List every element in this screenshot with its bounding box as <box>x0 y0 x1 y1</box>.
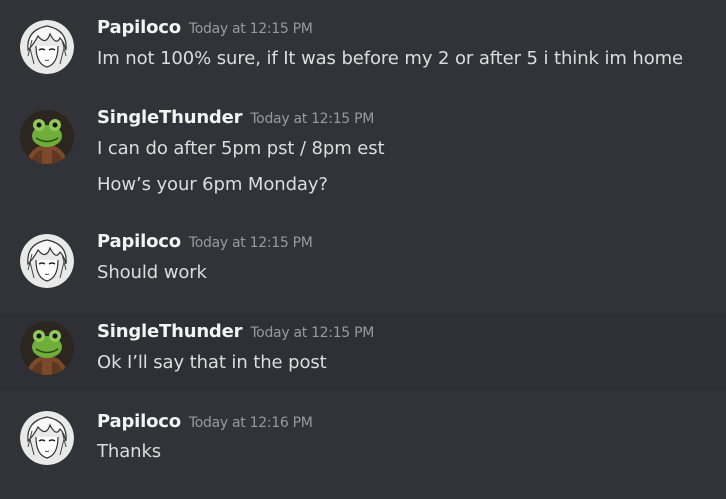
message-text: I can do after 5pm pst / 8pm est <box>97 138 385 159</box>
message-group[interactable]: Papiloco Today at 12:16 PM Thanks <box>0 394 726 494</box>
message-group[interactable]: Papiloco Today at 12:15 PM Im not 100% su… <box>0 0 726 90</box>
kermit-frog-avatar-icon <box>20 321 74 375</box>
message-group[interactable]: SingleThunder Today at 12:15 PM Ok I’ll s… <box>0 313 726 391</box>
username[interactable]: Papiloco <box>97 17 181 38</box>
message-text: Should work <box>97 262 207 283</box>
papiloco-avatar[interactable] <box>20 234 74 288</box>
anime-portrait-avatar-icon <box>20 20 74 74</box>
timestamp[interactable]: Today at 12:16 PM <box>189 415 313 431</box>
timestamp[interactable]: Today at 12:15 PM <box>189 21 313 37</box>
username[interactable]: SingleThunder <box>97 107 243 128</box>
message-text: How’s your 6pm Monday? <box>97 174 328 195</box>
singlethunder-avatar[interactable] <box>20 321 74 375</box>
message-text: Im not 100% sure, if It was before my 2 … <box>97 48 684 69</box>
kermit-frog-avatar-icon <box>20 110 74 164</box>
singlethunder-avatar[interactable] <box>20 110 74 164</box>
timestamp[interactable]: Today at 12:15 PM <box>189 235 313 251</box>
papiloco-avatar[interactable] <box>20 20 74 74</box>
anime-portrait-avatar-icon <box>20 234 74 288</box>
timestamp[interactable]: Today at 12:15 PM <box>250 111 374 127</box>
message-text: Ok I’ll say that in the post <box>97 352 327 373</box>
message-group[interactable]: SingleThunder Today at 12:15 PM I can do … <box>0 92 726 212</box>
username[interactable]: SingleThunder <box>97 321 243 342</box>
chat-messages: Papiloco Today at 12:15 PM Im not 100% su… <box>0 0 726 499</box>
message-text: Thanks <box>97 441 162 462</box>
papiloco-avatar[interactable] <box>20 411 74 465</box>
username[interactable]: Papiloco <box>97 231 181 252</box>
username[interactable]: Papiloco <box>97 411 181 432</box>
anime-portrait-avatar-icon <box>20 411 74 465</box>
timestamp[interactable]: Today at 12:15 PM <box>250 325 374 341</box>
message-group[interactable]: Papiloco Today at 12:15 PM Should work <box>0 216 726 304</box>
